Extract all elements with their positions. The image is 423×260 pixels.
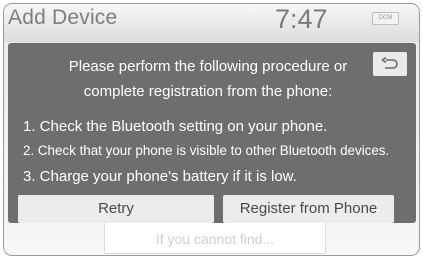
- status-badge: DCM: [372, 12, 399, 25]
- dialog-message-line-1: Please perform the following procedure o…: [68, 58, 348, 75]
- page-title: Add Device: [8, 6, 118, 29]
- step-1: 1. Check the Bluetooth setting on your p…: [23, 118, 328, 135]
- step-3: 3. Charge your phone's battery if it is …: [23, 168, 297, 185]
- retry-button[interactable]: Retry: [18, 195, 214, 223]
- dialog-message-line-2: complete registration from the phone:: [83, 83, 333, 100]
- register-from-phone-button[interactable]: Register from Phone: [223, 195, 394, 223]
- header-bar: Add Device 7:47 DCM: [4, 4, 419, 42]
- step-2: 2. Check that your phone is visible to o…: [23, 143, 390, 158]
- if-you-cannot-find-button: If you cannot find...: [104, 218, 326, 254]
- screen-frame: Add Device 7:47 DCM If you cannot find..…: [3, 3, 420, 256]
- clock: 7:47: [275, 4, 328, 34]
